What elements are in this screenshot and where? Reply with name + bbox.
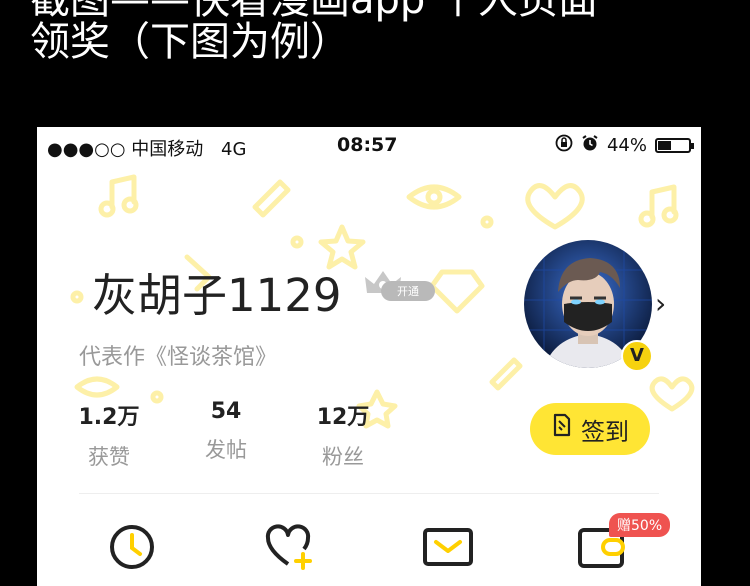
signin-button[interactable]: 签到 (530, 403, 650, 455)
verified-badge: V (621, 340, 653, 372)
battery-percent: 44% (606, 135, 647, 156)
stat-fans[interactable]: 12万 粉丝 (298, 399, 388, 471)
history-icon[interactable] (107, 522, 157, 576)
phone-screen: ●●●○○ 中国移动 4G 08:57 44% 灰胡子1129 开通 代表作《怪… (37, 127, 701, 586)
clock: 08:57 (337, 134, 398, 156)
vip-badge-label: 开通 (397, 285, 419, 298)
vip-badge[interactable]: 开通 (363, 269, 437, 303)
stat-value: 1.2万 (78, 405, 140, 430)
divider (79, 493, 659, 494)
masterpiece-text[interactable]: 代表作《怪谈茶馆》 (79, 339, 277, 371)
username: 灰胡子1129 (92, 269, 342, 322)
chevron-right-icon[interactable]: › (655, 287, 666, 320)
stat-value: 12万 (316, 405, 370, 430)
rotation-lock-icon (555, 134, 573, 157)
caption-line-2: 领奖（下图为例） (30, 19, 350, 65)
stat-label: 发帖 (205, 438, 247, 462)
signin-label: 签到 (581, 417, 629, 446)
message-icon[interactable] (420, 522, 476, 576)
pencil-icon (551, 413, 573, 445)
stat-posts[interactable]: 54 发帖 (181, 399, 271, 464)
stat-label: 粉丝 (322, 445, 364, 469)
follow-icon[interactable] (263, 522, 317, 576)
network-label: 4G (221, 139, 247, 160)
stat-likes[interactable]: 1.2万 获赞 (64, 399, 154, 471)
status-bar: ●●●○○ 中国移动 4G 08:57 44% (37, 127, 701, 165)
battery-icon (655, 138, 694, 153)
stat-value: 54 (210, 399, 242, 424)
stat-label: 获赞 (88, 445, 130, 469)
promo-badge: 赠50% (609, 513, 671, 537)
alarm-icon (581, 134, 599, 157)
carrier-label: ●●●○○ 中国移动 (47, 139, 204, 160)
